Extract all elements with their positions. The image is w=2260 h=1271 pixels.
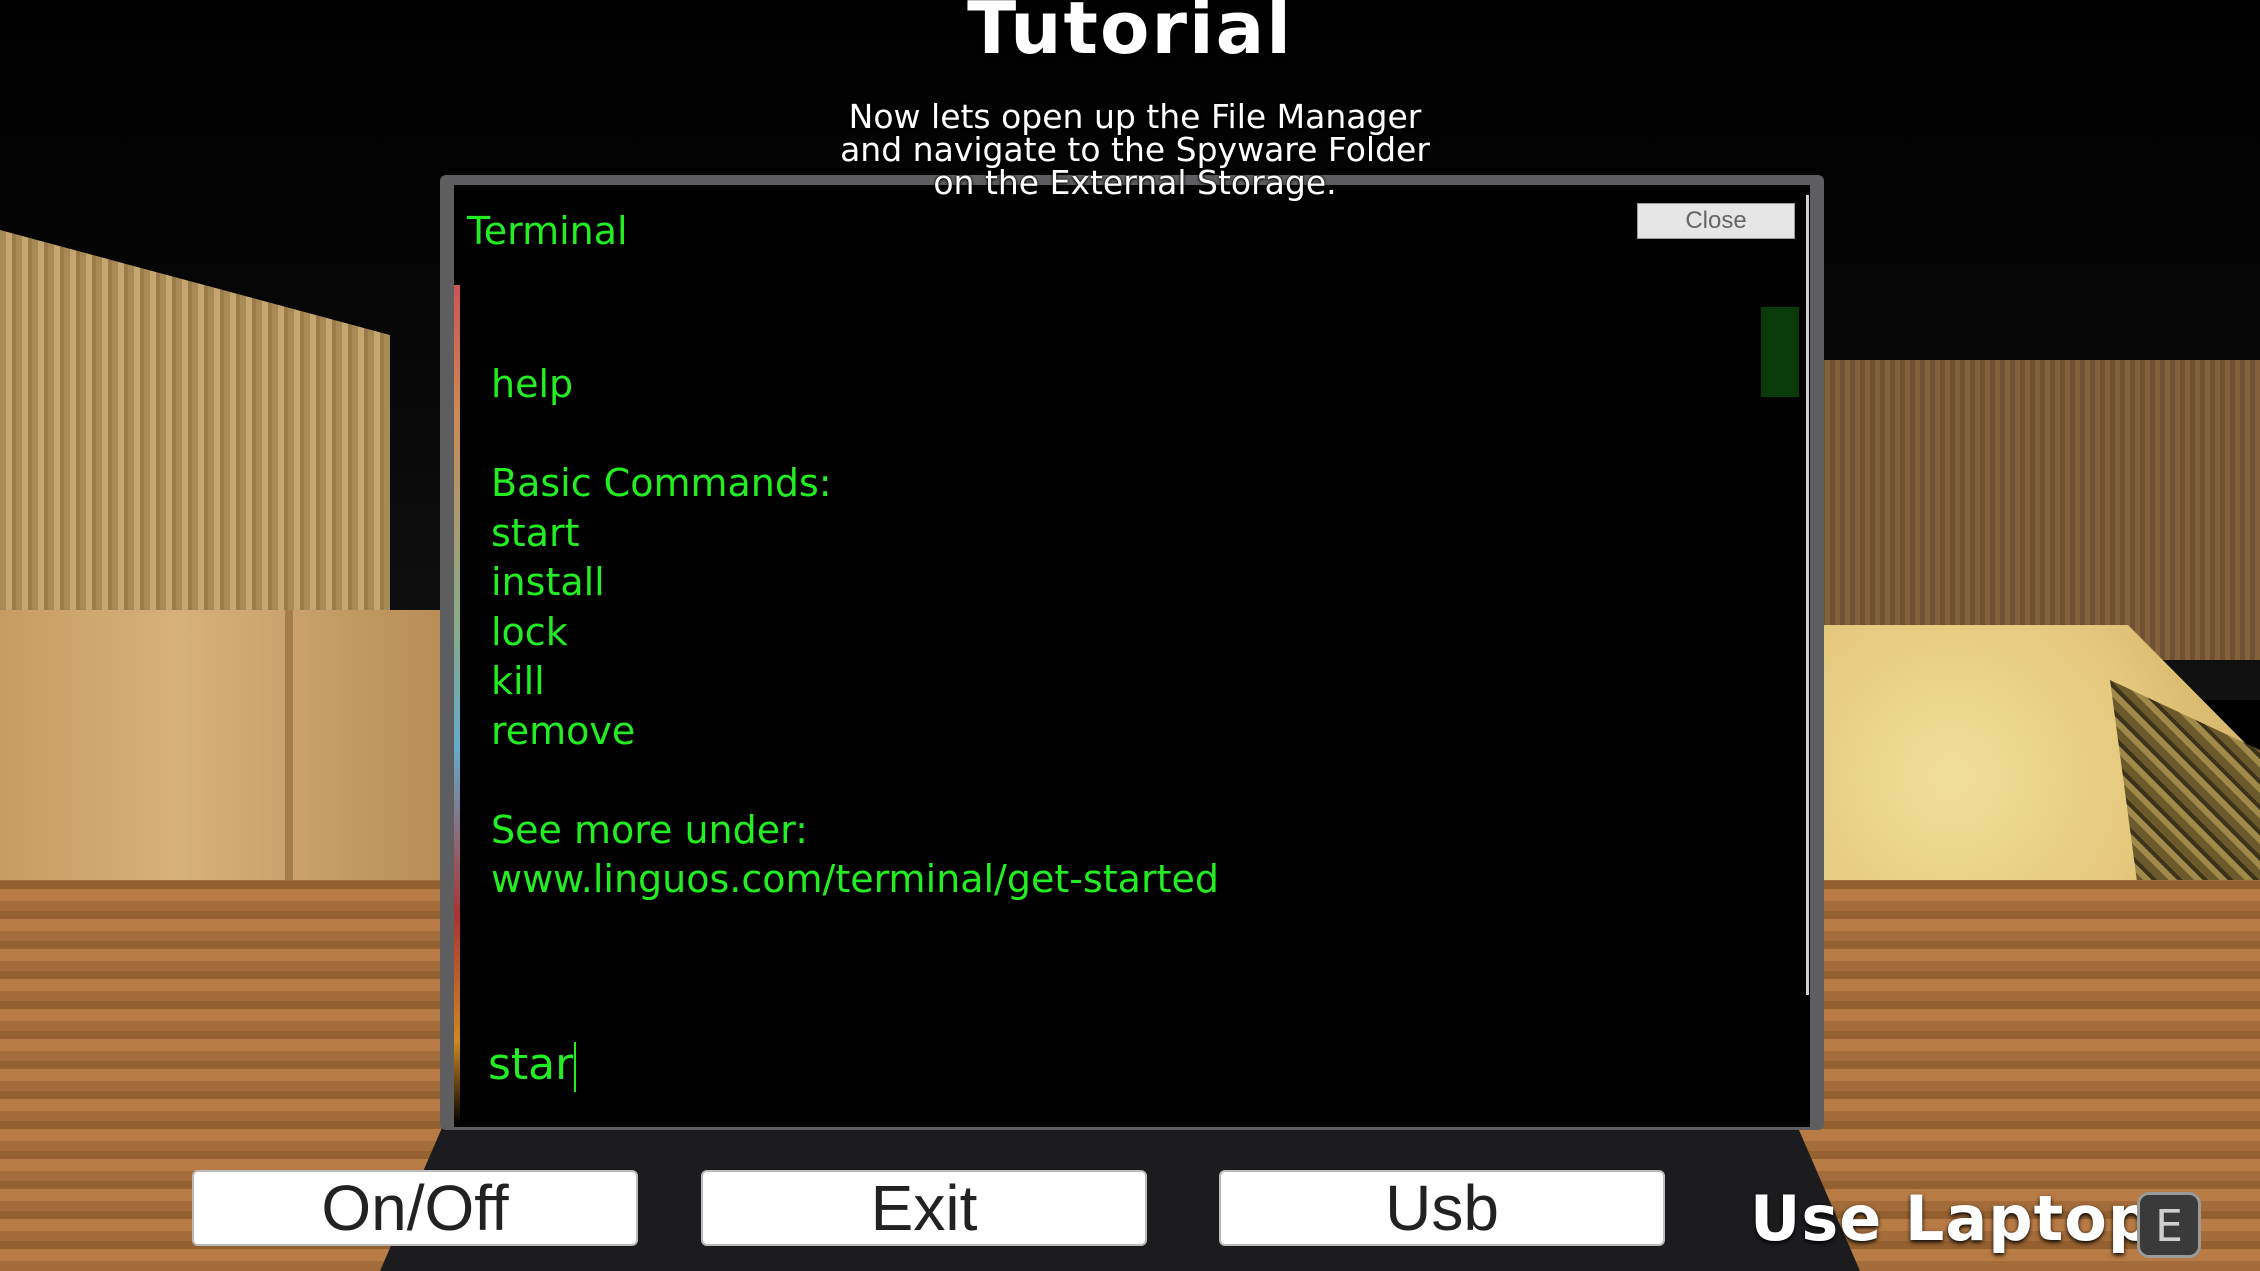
terminal-line: See more under: (491, 807, 808, 852)
tutorial-instruction: Now lets open up the File Manager and na… (780, 100, 1490, 199)
wooden-crate-left (0, 610, 450, 910)
use-laptop-prompt: Use Laptop (1750, 1182, 2154, 1255)
terminal-title: Terminal (467, 209, 628, 253)
exit-button[interactable]: Exit (701, 1170, 1147, 1246)
terminal-line: remove (491, 708, 636, 753)
terminal-line: lock (491, 609, 568, 654)
terminal-line: Basic Commands: (491, 461, 832, 505)
terminal-line: kill (491, 659, 545, 703)
tutorial-line: on the External Storage. (933, 163, 1337, 202)
terminal-link: www.linguos.com/terminal/get-started (491, 857, 1219, 901)
terminal-window[interactable]: Terminal Close help Basic Commands: star… (454, 185, 1810, 1127)
text-caret (574, 1042, 577, 1092)
terminal-output: help Basic Commands: start install lock … (491, 360, 1219, 905)
tutorial-title: Tutorial (967, 0, 1293, 70)
wooden-wall-right (1820, 360, 2260, 660)
screen-edge-accent (454, 285, 460, 1125)
terminal-line: install (491, 560, 605, 604)
terminal-input-value: star (488, 1039, 574, 1090)
scrollbar-thumb[interactable] (1761, 307, 1799, 397)
close-button[interactable]: Close (1637, 203, 1795, 239)
terminal-line: help (491, 362, 574, 406)
e-key-icon: E (2137, 1192, 2201, 1258)
tutorial-line: Now lets open up the File Manager (848, 97, 1422, 136)
on-off-button[interactable]: On/Off (192, 1170, 638, 1246)
terminal-input[interactable]: star (488, 1037, 1388, 1092)
tutorial-line: and navigate to the Spyware Folder (840, 130, 1430, 169)
terminal-line: start (491, 510, 580, 555)
usb-button[interactable]: Usb (1219, 1170, 1665, 1246)
scrollbar-track[interactable] (1806, 195, 1809, 995)
